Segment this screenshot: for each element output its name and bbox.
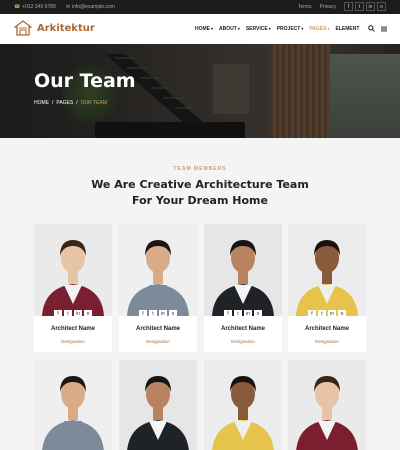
instagram-icon[interactable]: o — [338, 310, 346, 318]
instagram-icon[interactable]: o — [377, 2, 386, 11]
twitter-icon[interactable]: t — [355, 2, 364, 11]
twitter-icon[interactable]: t — [64, 310, 72, 318]
mail-icon: ✉ — [65, 4, 70, 10]
facebook-icon[interactable]: f — [308, 310, 316, 318]
nav-about[interactable]: ABOUT▾ — [219, 26, 240, 32]
breadcrumb-separator: / — [76, 100, 78, 106]
team-card — [34, 360, 112, 450]
instagram-icon[interactable]: o — [84, 310, 92, 318]
member-name[interactable]: Architect Name — [288, 326, 366, 332]
person-avatar — [296, 376, 358, 450]
person-avatar — [127, 376, 189, 450]
chevron-down-icon: ▾ — [301, 26, 304, 31]
member-name[interactable]: Architect Name — [34, 326, 112, 332]
team-card: f t in o Architect Name Designation — [34, 224, 112, 352]
team-photo[interactable] — [204, 224, 282, 316]
facebook-icon[interactable]: f — [344, 2, 353, 11]
member-role: Designation — [61, 339, 85, 344]
team-photo[interactable] — [34, 224, 112, 316]
site-header: Arkitektur HOME▾ ABOUT▾ SERVICE▾ PROJECT… — [0, 14, 400, 44]
section-eyebrow: TEAM MEMBERS — [173, 166, 227, 172]
member-role: Designation — [315, 339, 339, 344]
team-card: f t in o Architect Name Designation — [288, 224, 366, 352]
linkedin-icon[interactable]: in — [366, 2, 375, 11]
team-card: f t in o Architect Name Designation — [204, 224, 282, 352]
topbar-socials: f t in o — [344, 2, 386, 11]
instagram-icon[interactable]: o — [254, 310, 262, 318]
chevron-down-icon: ▾ — [327, 26, 330, 31]
twitter-icon[interactable]: t — [318, 310, 326, 318]
team-photo[interactable] — [119, 360, 197, 450]
team-card — [288, 360, 366, 450]
member-socials: f t in o — [119, 310, 197, 318]
linkedin-icon[interactable]: in — [328, 310, 336, 318]
member-socials: f t in o — [204, 310, 282, 318]
member-name[interactable]: Architect Name — [119, 326, 197, 332]
page-title: Our Team — [34, 70, 136, 92]
person-avatar — [212, 376, 274, 450]
person-avatar — [296, 240, 358, 316]
nav-element[interactable]: ELEMENT — [336, 26, 360, 32]
nav-service[interactable]: SERVICE▾ — [246, 26, 271, 32]
team-card — [119, 360, 197, 450]
breadcrumb-home[interactable]: HOME — [34, 100, 49, 106]
nav-home[interactable]: HOME▾ — [195, 26, 213, 32]
team-photo[interactable] — [288, 360, 366, 450]
section-title: We Are Creative Architecture Team For Yo… — [0, 177, 400, 209]
person-avatar — [42, 240, 104, 316]
email-contact[interactable]: ✉ info@example.com — [66, 4, 115, 10]
linkedin-icon[interactable]: in — [244, 310, 252, 318]
breadcrumb-current: OUR TEAM — [80, 100, 107, 106]
nav-project[interactable]: PROJECT▾ — [277, 26, 304, 32]
logo-text: Arkitektur — [37, 22, 95, 34]
facebook-icon[interactable]: f — [54, 310, 62, 318]
phone-icon: ☎ — [14, 4, 21, 10]
terms-link[interactable]: Terms — [298, 4, 312, 10]
team-card — [204, 360, 282, 450]
chevron-down-icon: ▾ — [237, 26, 240, 31]
page-hero: Our Team HOME / PAGES / OUR TEAM — [0, 44, 400, 138]
team-photo[interactable] — [34, 360, 112, 450]
person-avatar — [127, 240, 189, 316]
member-socials: f t in o — [34, 310, 112, 318]
linkedin-icon[interactable]: in — [159, 310, 167, 318]
chevron-down-icon: ▾ — [268, 26, 271, 31]
team-photo[interactable] — [119, 224, 197, 316]
member-name[interactable]: Architect Name — [204, 326, 282, 332]
member-role: Designation — [146, 339, 170, 344]
linkedin-icon[interactable]: in — [74, 310, 82, 318]
person-avatar — [212, 240, 274, 316]
facebook-icon[interactable]: f — [224, 310, 232, 318]
section-title-line2: For Your Dream Home — [132, 194, 268, 207]
chevron-down-icon: ▾ — [211, 26, 214, 31]
search-icon[interactable] — [368, 25, 375, 32]
instagram-icon[interactable]: o — [169, 310, 177, 318]
team-photo[interactable] — [288, 224, 366, 316]
twitter-icon[interactable]: t — [234, 310, 242, 318]
member-role: Designation — [231, 339, 255, 344]
breadcrumb: HOME / PAGES / OUR TEAM — [34, 100, 107, 106]
member-socials: f t in o — [288, 310, 366, 318]
logo[interactable]: Arkitektur — [14, 20, 95, 36]
nav-pages[interactable]: PAGES▾ — [309, 26, 329, 32]
logo-icon — [14, 20, 32, 36]
privacy-link[interactable]: Privacy — [320, 4, 336, 10]
menu-icon[interactable] — [381, 26, 387, 32]
facebook-icon[interactable]: f — [139, 310, 147, 318]
section-title-line1: We Are Creative Architecture Team — [91, 178, 309, 191]
person-avatar — [42, 376, 104, 450]
main-nav: HOME▾ ABOUT▾ SERVICE▾ PROJECT▾ PAGES▾ EL… — [195, 26, 359, 32]
team-card: f t in o Architect Name Designation — [119, 224, 197, 352]
breadcrumb-separator: / — [52, 100, 54, 106]
team-photo[interactable] — [204, 360, 282, 450]
top-bar: ☎ +012 345 6789 ✉ info@example.com Terms P… — [0, 0, 400, 14]
twitter-icon[interactable]: t — [149, 310, 157, 318]
phone-contact[interactable]: ☎ +012 345 6789 — [14, 4, 56, 10]
breadcrumb-pages[interactable]: PAGES — [56, 100, 73, 106]
